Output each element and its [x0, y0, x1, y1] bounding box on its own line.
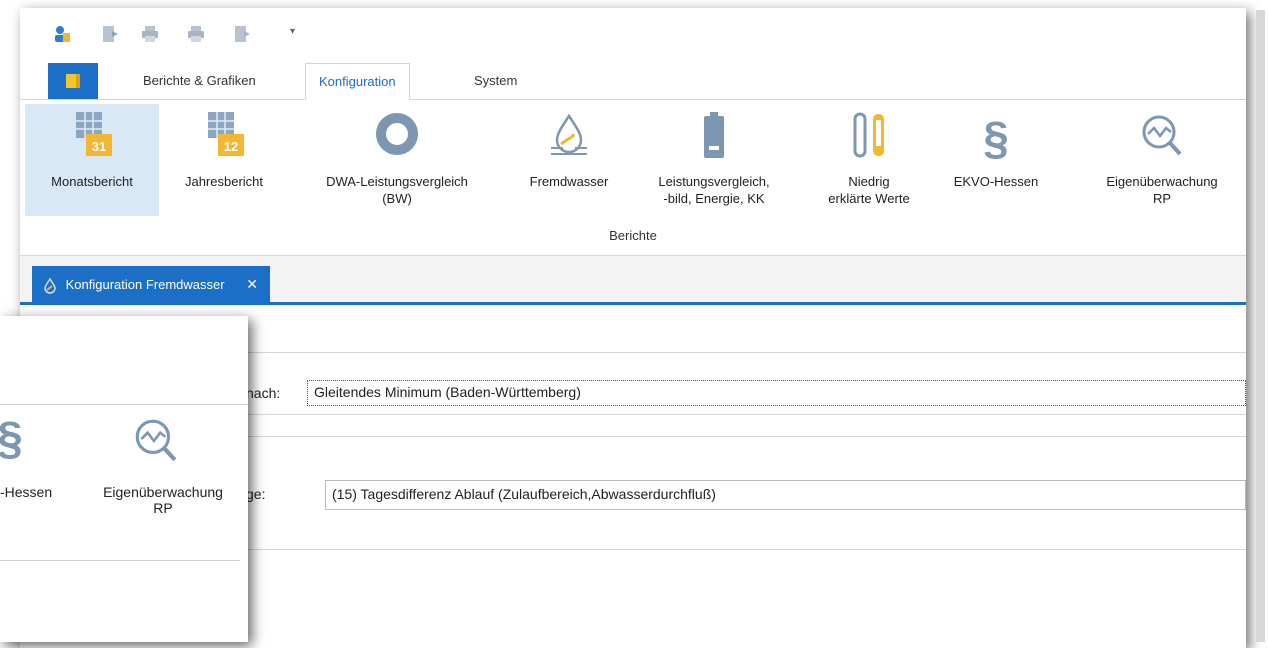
popup-divider	[0, 404, 248, 405]
dwa-leistungsvergleich-button[interactable]: DWA-Leistungsvergleich (BW)	[292, 104, 502, 216]
zoom-popup: § -Hessen Eigenüberwachung RP	[0, 316, 248, 642]
window-edge	[1256, 10, 1265, 642]
monatsbericht-label: Monatsbericht	[51, 174, 133, 189]
fremdwasser-label: Fremdwasser	[529, 174, 609, 189]
print-icon[interactable]	[140, 24, 160, 44]
value-select[interactable]: (15) Tagesdifferenz Ablauf (Zulaufbereic…	[325, 480, 1246, 510]
print-preview-icon[interactable]	[186, 24, 206, 44]
popup-label-ekvo: -Hessen	[0, 484, 53, 500]
ribbon-group-label: Berichte	[609, 228, 657, 243]
group-divider	[230, 549, 1246, 550]
paragraph-icon: §	[0, 412, 26, 460]
group-divider	[230, 436, 1246, 437]
calendar-31-icon: 31	[70, 112, 114, 160]
water-drop-icon	[547, 112, 591, 160]
ribbon: 31 Monatsbericht 12 Jahresbericht DWA-Le…	[20, 100, 1246, 256]
ring-icon	[375, 112, 419, 160]
leistungsvergleich-button[interactable]: Leistungsvergleich, -bild, Energie, KK	[632, 104, 796, 216]
niedrig-erklaerte-werte-label: Niedrig erklärte Werte	[828, 174, 910, 206]
jahresbericht-label: Jahresbericht	[184, 174, 264, 189]
svg-text:§: §	[0, 412, 23, 460]
close-tab-icon[interactable]: ✕	[246, 276, 258, 292]
send-icon[interactable]	[232, 24, 252, 44]
tab-konfiguration[interactable]: Konfiguration	[305, 63, 410, 100]
calendar-12-icon: 12	[202, 112, 246, 160]
method-label: nach:	[246, 385, 281, 401]
customize-qat-icon[interactable]: ▾	[290, 26, 295, 37]
monatsbericht-button[interactable]: 31 Monatsbericht	[25, 104, 159, 216]
paragraph-icon: §	[974, 112, 1018, 160]
battery-icon	[692, 112, 736, 160]
svg-text:12: 12	[224, 139, 238, 154]
app-menu-button[interactable]	[48, 63, 98, 99]
export-icon[interactable]	[100, 24, 120, 44]
app-logo-icon	[66, 74, 80, 88]
ekvo-hessen-button[interactable]: § EKVO-Hessen	[940, 104, 1052, 216]
fremdwasser-button[interactable]: Fremdwasser	[510, 104, 628, 216]
eigenueberwachung-rp-label: Eigenüberwachung RP	[1106, 174, 1218, 206]
value-label: ge:	[246, 486, 266, 502]
popup-divider	[0, 560, 240, 561]
method-select[interactable]: Gleitendes Minimum (Baden-Württemberg)	[307, 380, 1246, 406]
group-divider	[230, 352, 1246, 353]
tab-berichte-grafiken[interactable]: Berichte & Grafiken	[130, 63, 269, 99]
tab-system[interactable]: System	[461, 63, 530, 99]
quick-access-toolbar: ▾	[20, 8, 1246, 56]
popup-label-eigenueberwachung: Eigenüberwachung RP	[103, 484, 223, 516]
water-drop-icon	[42, 277, 58, 294]
tab-konfiguration-fremdwasser[interactable]: Konfiguration Fremdwasser ✕	[32, 266, 270, 302]
chart-magnifier-icon	[1140, 112, 1184, 160]
group-divider	[230, 414, 1246, 415]
niedrig-erklaerte-werte-button[interactable]: Niedrig erklärte Werte	[810, 104, 928, 216]
eigenueberwachung-rp-button[interactable]: Eigenüberwachung RP	[1078, 104, 1246, 216]
leistungsvergleich-label: Leistungsvergleich, -bild, Energie, KK	[658, 174, 770, 206]
document-tab-label: Konfiguration Fremdwasser	[65, 277, 225, 292]
svg-text:31: 31	[92, 139, 106, 154]
ribbon-tab-bar: Berichte & Grafiken Konfiguration System	[20, 63, 1246, 100]
user-icon[interactable]	[52, 24, 72, 44]
jahresbericht-button[interactable]: 12 Jahresbericht	[164, 104, 284, 216]
test-tubes-icon	[847, 112, 891, 160]
document-tab-bar: Konfiguration Fremdwasser ✕	[20, 256, 1246, 305]
chart-magnifier-icon	[132, 416, 180, 466]
dwa-leistungsvergleich-label: DWA-Leistungsvergleich (BW)	[326, 174, 468, 206]
ekvo-hessen-label: EKVO-Hessen	[953, 174, 1039, 189]
svg-text:§: §	[983, 112, 1009, 160]
